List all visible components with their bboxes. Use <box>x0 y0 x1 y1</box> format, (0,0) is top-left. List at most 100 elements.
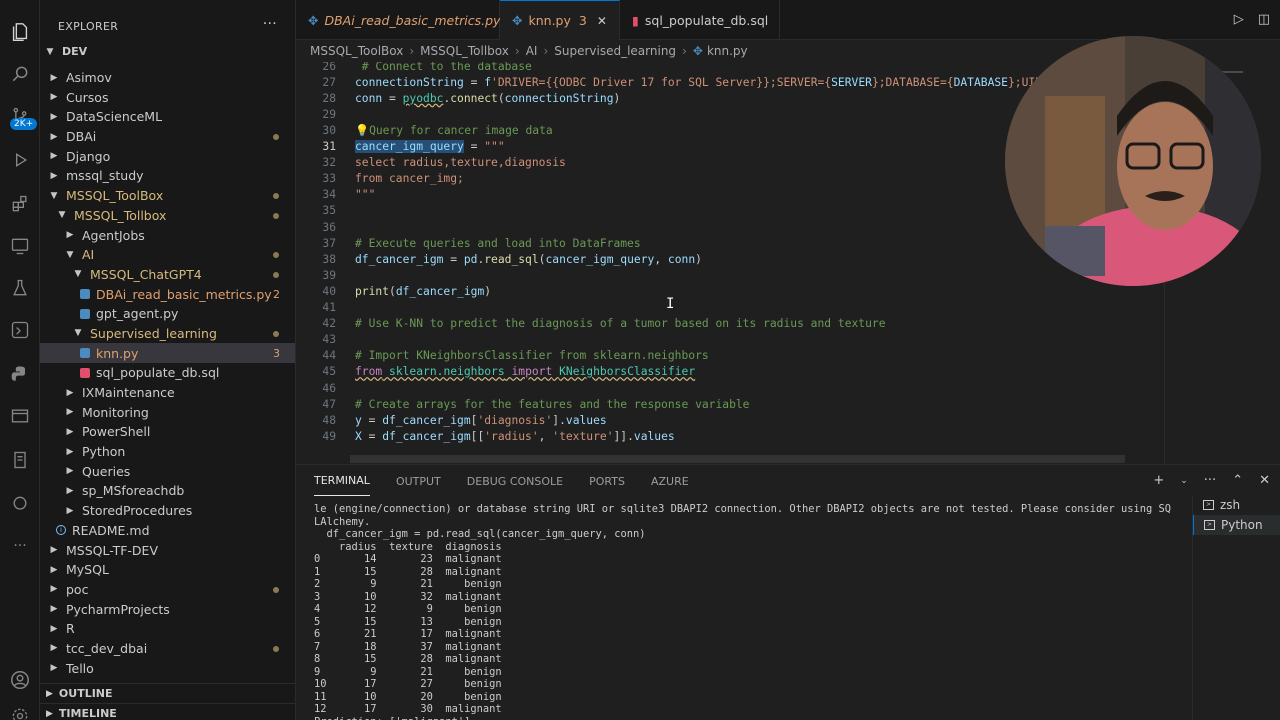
tree-folder[interactable]: ▼ MSSQL_Tollbox <box>40 206 295 226</box>
tree-folder[interactable]: ▶ DataScienceML <box>40 107 295 127</box>
tab-terminal[interactable]: TERMINAL <box>314 466 370 496</box>
tree-folder[interactable]: ▶ sp_MSforeachdb <box>40 481 295 501</box>
run-debug-icon[interactable] <box>6 146 34 174</box>
tree-folder[interactable]: ▶ Asimov <box>40 68 295 88</box>
tree-file[interactable]: DBAi_read_basic_metrics.py 2 <box>40 284 295 304</box>
tree-folder[interactable]: ▶ Django <box>40 146 295 166</box>
tree-file[interactable]: knn.py 3 <box>40 343 295 363</box>
breadcrumb-item[interactable]: knn.py <box>707 44 748 58</box>
tree-folder[interactable]: ▶ StoredProcedures <box>40 501 295 521</box>
tree-folder[interactable]: ▶ PycharmProjects <box>40 599 295 619</box>
breadcrumb-item[interactable]: Supervised_learning <box>554 44 676 58</box>
explorer-more-icon[interactable]: ··· <box>263 16 277 32</box>
maximize-panel-icon[interactable]: ⌃ <box>1232 473 1243 488</box>
breadcrumb-item[interactable]: MSSQL_Tollbox <box>420 44 509 58</box>
tree-folder[interactable]: ▶ AgentJobs <box>40 225 295 245</box>
tree-folder[interactable]: ▶ MSSQL-TF-DEV <box>40 540 295 560</box>
code-line: 30 💡Query for cancer image data <box>296 122 552 138</box>
tree-folder[interactable]: ▼ AI <box>40 245 295 265</box>
sql-server-icon[interactable] <box>6 446 34 474</box>
split-editor-icon[interactable]: ◫ <box>1258 12 1270 27</box>
close-tab-icon[interactable]: ✕ <box>597 14 607 28</box>
tab-azure[interactable]: AZURE <box>651 467 689 496</box>
breadcrumb-item[interactable]: AI <box>526 44 538 58</box>
github-actions-icon[interactable] <box>6 316 34 344</box>
extensions-icon[interactable] <box>6 190 34 218</box>
new-terminal-icon[interactable]: + <box>1153 473 1164 488</box>
remote-explorer-icon[interactable] <box>6 232 34 260</box>
more-icon[interactable]: ··· <box>6 532 34 560</box>
tree-folder[interactable]: ▶ Python <box>40 442 295 462</box>
tree-item-label: PowerShell <box>82 424 151 440</box>
code-line: 49 X = df_cancer_igm[['radius', 'texture'… <box>296 428 674 444</box>
tree-folder[interactable]: ▶ DBAi <box>40 127 295 147</box>
terminal-line: df_cancer_igm = pd.read_sql(cancer_igm_q… <box>314 528 646 540</box>
line-number: 42 <box>322 317 336 331</box>
code-text: # Execute queries and load into DataFram… <box>355 236 641 250</box>
code-line: 39 <box>296 267 336 283</box>
tree-folder[interactable]: ▶ PowerShell <box>40 422 295 442</box>
tree-folder[interactable]: ▶ Cursos <box>40 87 295 107</box>
tree-file[interactable]: i README.md <box>40 521 295 541</box>
terminal-line: 0 14 23 malignant <box>314 553 502 565</box>
editor-tabs: ✥ DBAi_read_basic_metrics.py 2 ✥ knn.py … <box>296 0 1280 40</box>
tree-file[interactable]: gpt_agent.py <box>40 304 295 324</box>
search-icon[interactable] <box>6 60 34 88</box>
timeline-section[interactable]: ▶ TIMELINE <box>40 703 295 720</box>
tree-folder[interactable]: ▶ Tello <box>40 658 295 678</box>
code-text: connectionString = f'DRIVER={{ODBC Drive… <box>355 75 1056 89</box>
terminal-output[interactable]: le (engine/connection) or database strin… <box>314 503 1182 720</box>
terminal-zsh[interactable]: > zsh <box>1193 495 1280 515</box>
tab-ports[interactable]: PORTS <box>589 467 625 496</box>
source-control-badge: 2K+ <box>10 118 38 130</box>
testing-icon[interactable] <box>6 274 34 302</box>
python-file-icon: ✥ <box>692 44 703 58</box>
outline-section[interactable]: ▶ OUTLINE <box>40 683 295 703</box>
tree-folder[interactable]: ▶ mssql_study <box>40 166 295 186</box>
tab-dbai-read-basic-metrics[interactable]: ✥ DBAi_read_basic_metrics.py 2 <box>296 0 516 40</box>
tree-folder[interactable]: ▶ MySQL <box>40 560 295 580</box>
tab-debug-console[interactable]: DEBUG CONSOLE <box>467 467 563 496</box>
tree-folder[interactable]: ▶ R <box>40 619 295 639</box>
tree-folder[interactable]: ▼ MSSQL_ToolBox <box>40 186 295 206</box>
chevron-right-icon: ▶ <box>66 230 74 241</box>
tree-folder[interactable]: ▶ Queries <box>40 461 295 481</box>
database-icon[interactable] <box>6 402 34 430</box>
terminal-icon: > <box>1203 500 1214 510</box>
tree-item-label: knn.py <box>96 345 139 361</box>
tree-folder[interactable]: ▶ IXMaintenance <box>40 383 295 403</box>
more-icon[interactable]: ··· <box>1204 473 1216 488</box>
tree-item-label: Python <box>82 444 126 460</box>
code-line: 37 # Execute queries and load into DataFr… <box>296 235 640 251</box>
tree-folder[interactable]: ▼ MSSQL_ChatGPT4 <box>40 265 295 285</box>
chevron-down-icon[interactable]: ⌄ <box>1180 476 1188 488</box>
python-icon[interactable] <box>6 360 34 388</box>
tab-output[interactable]: OUTPUT <box>396 467 441 496</box>
terminal-python[interactable]: > Python <box>1193 515 1280 535</box>
files-icon[interactable] <box>6 18 34 46</box>
line-number: 32 <box>322 156 336 170</box>
tree-file[interactable]: sql_populate_db.sql <box>40 363 295 383</box>
settings-icon[interactable] <box>6 702 34 720</box>
editor-horizontal-scrollbar[interactable] <box>350 455 1125 463</box>
chevron-right-icon: ▶ <box>66 505 74 516</box>
workspace-root[interactable]: ▼ DEV <box>40 42 295 62</box>
chevron-down-icon: ▼ <box>58 210 66 221</box>
breadcrumb-item[interactable]: MSSQL_ToolBox <box>310 44 403 58</box>
tab-sql-populate-db[interactable]: ▮ sql_populate_db.sql <box>620 0 780 40</box>
tree-folder[interactable]: ▶ Monitoring <box>40 402 295 422</box>
tree-item-label: MySQL <box>66 562 109 578</box>
line-number: 36 <box>322 220 336 234</box>
tab-knn[interactable]: ✥ knn.py 3 ✕ <box>500 0 620 40</box>
tree-folder[interactable]: ▶ tcc_dev_dbai <box>40 639 295 659</box>
tree-item-label: StoredProcedures <box>82 503 193 519</box>
tree-item-label: Asimov <box>66 70 112 86</box>
close-panel-icon[interactable]: ✕ <box>1259 473 1270 488</box>
tree-folder[interactable]: ▶ poc <box>40 580 295 600</box>
run-icon[interactable]: ▷ <box>1234 12 1244 27</box>
copilot-icon[interactable] <box>6 490 34 518</box>
account-icon[interactable] <box>6 666 34 694</box>
chevron-right-icon: ▶ <box>50 604 58 615</box>
tree-folder[interactable]: ▼ Supervised_learning <box>40 324 295 344</box>
chevron-down-icon: ▼ <box>74 269 82 280</box>
